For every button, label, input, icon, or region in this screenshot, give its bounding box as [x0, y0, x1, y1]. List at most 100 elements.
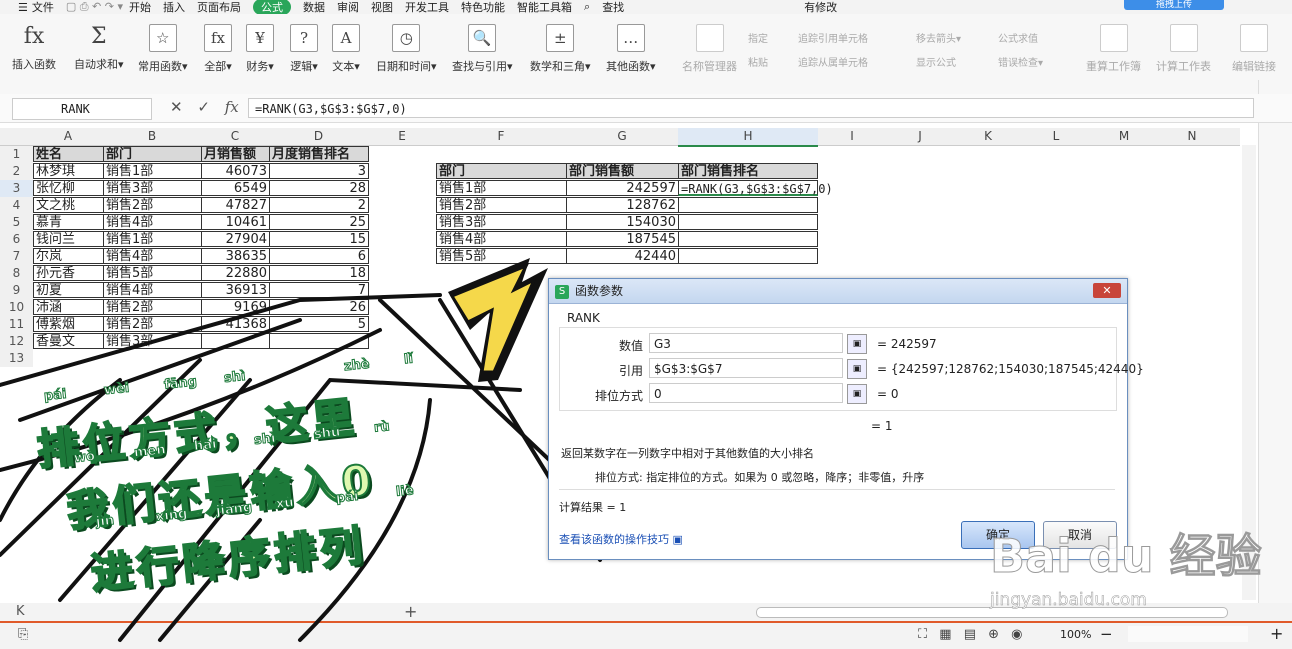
quick-access-icons[interactable]: ▢ ⎙ ↶ ↷ ▾ [66, 0, 123, 14]
normal-view-icon[interactable]: ▦ [939, 627, 951, 642]
collapse-dialog-icon[interactable]: ▣ [847, 334, 867, 354]
menu-tab-features[interactable]: 特色功能 [461, 0, 505, 15]
hamburger-icon[interactable]: ☰ [18, 1, 28, 14]
cloud-status[interactable]: 有修改 [804, 0, 837, 15]
menu-tab-formula[interactable]: 公式 [253, 0, 292, 15]
column-header-b[interactable]: B [103, 128, 201, 145]
add-sheet-icon[interactable]: + [404, 602, 417, 621]
menu-tab-file[interactable]: 文件 [32, 0, 54, 15]
menu-tab-data[interactable]: 数据 [303, 0, 325, 15]
lookup-button[interactable]: 🔍 查找与引用▾ [452, 24, 513, 74]
menu-tab-find[interactable]: 查找 [602, 0, 624, 15]
column-header-c[interactable]: C [201, 128, 269, 145]
column-header-n[interactable]: N [1158, 128, 1226, 145]
table-cell[interactable]: 154030 [566, 214, 679, 230]
finance-button[interactable]: ¥ 财务▾ [246, 24, 274, 74]
fx-icon[interactable]: fx [225, 98, 239, 116]
collapse-dialog-icon[interactable]: ▣ [847, 359, 867, 379]
menu-tab-toolbox[interactable]: 智能工具箱 [517, 0, 572, 15]
table-header-cell[interactable]: 部门销售排名 [678, 163, 818, 179]
cancel-icon[interactable]: ✕ [170, 98, 183, 116]
trace-precedents-button[interactable]: 追踪引用单元格 [798, 30, 868, 45]
arg-input-order[interactable]: 0 [649, 383, 843, 403]
table-cell[interactable] [678, 248, 818, 264]
table-cell[interactable] [678, 197, 818, 213]
trace-dependents-button[interactable]: 追踪从属单元格 [798, 54, 868, 69]
active-cell[interactable]: =RANK(G3,$G$3:$G$7,0) [678, 180, 833, 196]
table-cell[interactable]: 销售2部 [436, 197, 567, 213]
table-header-cell[interactable]: 部门 [436, 163, 567, 179]
help-link[interactable]: 查看该函数的操作技巧 ▣ [559, 531, 683, 547]
paste-button[interactable]: 粘贴 [748, 54, 768, 69]
column-header-g[interactable]: G [566, 128, 678, 145]
insert-function-button[interactable]: fx 插入函数 [12, 24, 56, 72]
zoom-level[interactable]: 100% [1060, 628, 1091, 641]
column-headers: A B C D E F G H I J K L M N [0, 128, 1240, 147]
confirm-icon[interactable]: ✓ [197, 98, 210, 116]
table-cell[interactable] [678, 231, 818, 247]
name-box[interactable]: RANK [12, 98, 152, 120]
other-functions-button[interactable]: … 其他函数▾ [606, 24, 656, 74]
column-header-l[interactable]: L [1022, 128, 1090, 145]
search-icon[interactable]: ⌕ [584, 0, 590, 14]
table-cell[interactable]: 销售4部 [436, 231, 567, 247]
menu-tab-developer[interactable]: 开发工具 [405, 0, 449, 15]
common-functions-button[interactable]: ☆ 常用函数▾ [138, 24, 188, 74]
upload-button[interactable]: 拖拽上传 [1124, 0, 1224, 10]
zoom-slider[interactable] [1128, 626, 1248, 642]
fullscreen-icon[interactable]: ⛶ [918, 627, 927, 642]
recalc-workbook-button[interactable]: 重算工作簿 [1086, 24, 1141, 74]
table-header-cell[interactable]: 部门销售额 [566, 163, 679, 179]
table-cell[interactable]: 销售1部 [436, 180, 567, 196]
autosum-button[interactable]: Σ 自动求和▾ [74, 24, 124, 72]
table-cell[interactable]: 128762 [566, 197, 679, 213]
dialog-close-button[interactable]: ✕ [1093, 283, 1121, 298]
menu-tab-insert[interactable]: 插入 [163, 0, 185, 15]
show-formulas-button[interactable]: 显示公式 [916, 54, 956, 69]
column-header-f[interactable]: F [436, 128, 566, 145]
table-cell[interactable] [678, 214, 818, 230]
all-functions-button[interactable]: fx 全部▾ [204, 24, 232, 74]
column-header-a[interactable]: A [33, 128, 103, 145]
column-header-k[interactable]: K [954, 128, 1022, 145]
math-trig-button[interactable]: ± 数学和三角▾ [530, 24, 591, 74]
name-manager-button[interactable]: 名称管理器 [682, 24, 737, 74]
eye-protect-icon[interactable]: ◉ [1011, 627, 1022, 642]
table-cell[interactable]: 242597 [566, 180, 679, 196]
column-header-d[interactable]: D [269, 128, 368, 145]
remove-arrows-button[interactable]: 移去箭头▾ [916, 30, 961, 45]
calc-sheet-button[interactable]: 计算工作表 [1156, 24, 1211, 74]
column-header-m[interactable]: M [1090, 128, 1158, 145]
table-cell[interactable]: 销售3部 [436, 214, 567, 230]
zoom-in-button[interactable]: + [1270, 624, 1283, 643]
select-all-corner[interactable] [0, 128, 33, 145]
column-header-i[interactable]: I [818, 128, 886, 145]
arg-input-number[interactable]: G3 [649, 333, 843, 353]
arg-input-ref[interactable]: $G$3:$G$7 [649, 358, 843, 378]
error-check-button[interactable]: 错误检查▾ [998, 54, 1043, 69]
datetime-button[interactable]: ◷ 日期和时间▾ [376, 24, 437, 74]
collapse-dialog-icon[interactable]: ▣ [847, 384, 867, 404]
table-cell[interactable]: 销售5部 [436, 248, 567, 264]
text-functions-button[interactable]: A 文本▾ [332, 24, 360, 74]
menu-tab-view[interactable]: 视图 [371, 0, 393, 15]
menu-tab-review[interactable]: 审阅 [337, 0, 359, 15]
edit-links-button[interactable]: 编辑链接 [1232, 24, 1276, 74]
menu-tab-home[interactable]: 开始 [129, 0, 151, 15]
page-layout-icon[interactable]: ▤ [964, 627, 976, 642]
all-functions-label: 全部▾ [204, 60, 232, 73]
logic-button[interactable]: ? 逻辑▾ [290, 24, 318, 74]
table-cell[interactable]: 42440 [566, 248, 679, 264]
evaluate-formula-button[interactable]: 公式求值 [998, 30, 1038, 45]
table-cell[interactable]: 187545 [566, 231, 679, 247]
menu-tab-layout[interactable]: 页面布局 [197, 0, 241, 15]
column-header-j[interactable]: J [886, 128, 954, 145]
column-header-e[interactable]: E [368, 128, 436, 145]
macro-icon[interactable]: ⎘ [18, 627, 28, 642]
first-sheet-icon[interactable]: K [16, 604, 25, 619]
specify-button[interactable]: 指定 [748, 30, 768, 45]
zoom-out-button[interactable]: − [1100, 625, 1113, 643]
dialog-title-bar[interactable]: S 函数参数 ✕ [549, 279, 1127, 304]
page-break-icon[interactable]: ⊕ [988, 627, 999, 642]
formula-input[interactable]: =RANK(G3,$G$3:$G$7,0) [248, 98, 1254, 118]
